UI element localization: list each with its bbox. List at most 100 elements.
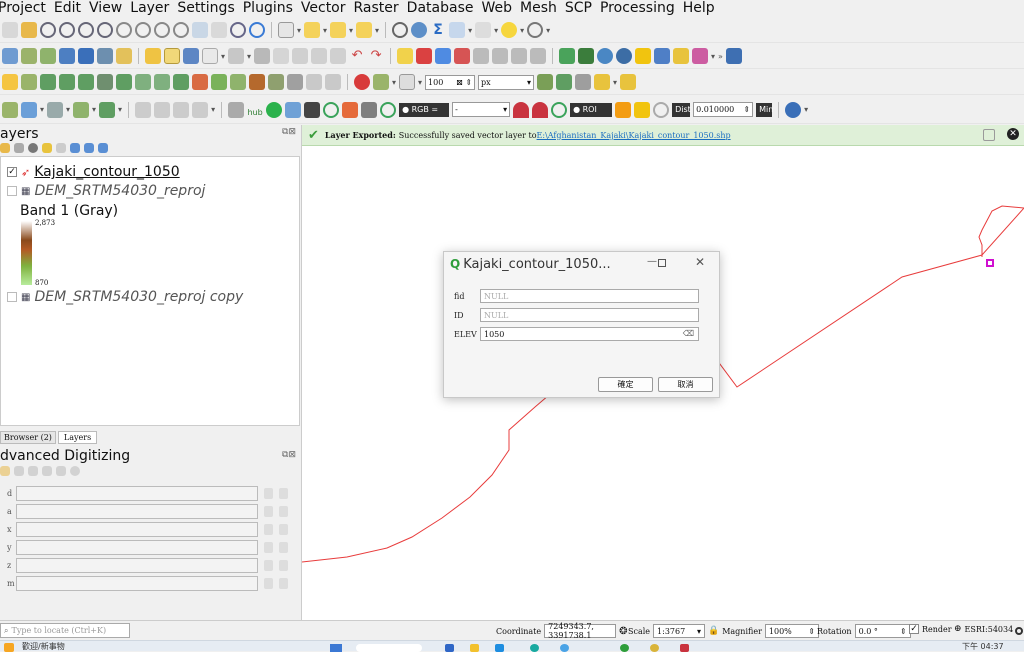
maximize-icon[interactable] <box>658 259 666 267</box>
style-icon[interactable] <box>673 48 690 64</box>
menu-project[interactable]: Project <box>0 0 50 17</box>
menu-scp[interactable]: SCP <box>561 0 596 17</box>
tracing-icon[interactable] <box>620 74 637 90</box>
scp-show-icon[interactable] <box>513 101 530 118</box>
clear-field-icon[interactable]: ⌫ <box>683 329 694 338</box>
snap-magnet-icon[interactable] <box>354 74 370 90</box>
layer-checkbox[interactable] <box>7 292 17 302</box>
topology-icon[interactable] <box>537 74 554 90</box>
menu-vector[interactable]: Vector <box>297 0 350 17</box>
minimize-icon[interactable]: — <box>647 256 657 267</box>
annotation-icon[interactable] <box>501 22 518 38</box>
menu-mesh[interactable]: Mesh <box>516 0 561 17</box>
panel-close-icon[interactable]: ⧉⊠ <box>282 450 296 460</box>
messages-icon[interactable] <box>1015 627 1023 635</box>
perpendicular-icon[interactable] <box>42 466 52 476</box>
scp-settings-icon[interactable] <box>785 101 802 118</box>
redo-icon[interactable]: ↷ <box>368 48 384 64</box>
zoom-layer-icon[interactable] <box>116 22 132 38</box>
render-checkbox[interactable]: ✓ <box>909 624 919 634</box>
chart-icon[interactable] <box>692 48 709 64</box>
repeat-icon[interactable] <box>279 487 288 499</box>
cross-snap-icon[interactable] <box>575 74 592 90</box>
add-spatialite-icon[interactable] <box>78 48 94 64</box>
attribute-form-icon[interactable] <box>154 101 171 118</box>
triangle-icon[interactable] <box>2 74 18 90</box>
menu-web[interactable]: Web <box>477 0 516 17</box>
paste-icon[interactable] <box>330 48 347 64</box>
vector-v-icon[interactable] <box>21 74 37 90</box>
scp-add-icon[interactable] <box>634 101 651 118</box>
scp-band-set-icon[interactable] <box>304 101 321 118</box>
copy-icon[interactable] <box>311 48 328 64</box>
identify-icon[interactable] <box>278 22 294 38</box>
digitizing-settings-icon[interactable] <box>56 466 66 476</box>
scale-combo[interactable]: 1:3767 ▾ <box>653 624 706 638</box>
pan-to-selection-icon[interactable] <box>21 22 37 38</box>
snap-type-icon[interactable] <box>399 74 416 90</box>
layer-item-dem-reproj[interactable]: ▦ DEM_SRTM54030_reproj <box>7 183 205 199</box>
zoom-selection-icon[interactable] <box>97 22 113 38</box>
scp-zoom-icon[interactable] <box>323 101 340 118</box>
scp-hide-icon[interactable] <box>532 101 549 118</box>
repeat-icon[interactable] <box>279 505 288 517</box>
pan-icon[interactable] <box>2 22 18 38</box>
table-icon[interactable] <box>449 22 466 38</box>
dialog-close-icon[interactable]: ✕ <box>695 255 705 269</box>
m-field[interactable] <box>16 575 258 591</box>
change-label-icon[interactable] <box>511 48 528 64</box>
select-value-icon[interactable] <box>330 22 347 38</box>
menu-layer[interactable]: Layer <box>126 0 173 17</box>
menu-database[interactable]: Database <box>403 0 478 17</box>
scp-circle-icon[interactable] <box>653 101 670 118</box>
processing-toolbox-icon[interactable] <box>228 101 245 118</box>
distance-field[interactable] <box>16 485 258 501</box>
modify-attributes-icon[interactable] <box>254 48 271 64</box>
rotate-icon[interactable] <box>268 74 284 90</box>
repeat-icon[interactable] <box>279 559 288 571</box>
add-feature-icon[interactable] <box>202 48 218 64</box>
statistics-sigma-icon[interactable]: Σ <box>430 22 446 38</box>
menu-edit[interactable]: Edit <box>50 0 85 17</box>
vertex-marker[interactable] <box>986 259 994 267</box>
label-props-icon[interactable] <box>530 48 547 64</box>
snap-mode-icon[interactable] <box>373 74 389 90</box>
z-field[interactable] <box>16 557 258 573</box>
scp-icon[interactable] <box>559 48 576 64</box>
digitize-icon[interactable] <box>99 101 116 118</box>
georef-icon[interactable] <box>578 48 595 64</box>
add-layer-icon[interactable] <box>2 48 18 64</box>
panel-close-icon[interactable]: ⧉⊠ <box>282 127 296 137</box>
analysis-icon[interactable] <box>2 101 18 118</box>
layer-item-kajaki-contour[interactable]: ✓ ➶ Kajaki_contour_1050 <box>7 164 180 180</box>
add-group-icon[interactable] <box>14 143 24 153</box>
globe-icon[interactable] <box>616 48 633 64</box>
spatial-bookmark-icon[interactable] <box>527 22 544 38</box>
construction-icon[interactable] <box>14 466 24 476</box>
simplify-icon[interactable] <box>287 74 303 90</box>
fill-ring-icon[interactable] <box>306 74 322 90</box>
save-edits-icon[interactable] <box>183 48 199 64</box>
layer-item-dem-copy[interactable]: ▦ DEM_SRTM54030_reproj copy <box>7 289 243 305</box>
parallel-icon[interactable] <box>28 466 38 476</box>
raster-calc-icon[interactable] <box>73 101 90 118</box>
add-vector-icon[interactable] <box>21 48 37 64</box>
undo-icon[interactable]: ↶ <box>349 48 365 64</box>
green-circle-icon[interactable] <box>266 101 283 118</box>
shape-tool-1-icon[interactable] <box>40 74 56 90</box>
extents-toggle-icon[interactable]: ❂ <box>619 626 627 637</box>
help-icon[interactable] <box>725 48 742 64</box>
x-field[interactable] <box>16 521 258 537</box>
rgb-combo[interactable]: - ▾ <box>452 102 511 117</box>
enable-digitizing-icon[interactable] <box>0 466 10 476</box>
menu-processing[interactable]: Processing <box>596 0 679 17</box>
split-icon[interactable] <box>230 74 246 90</box>
dist-value-spinner[interactable]: 0.010000 ⇕ <box>693 102 754 117</box>
scp-palette-icon[interactable] <box>342 101 359 118</box>
lock-icon[interactable] <box>264 559 273 571</box>
show-labels-icon[interactable] <box>454 48 471 64</box>
copy-layers-icon[interactable] <box>285 101 302 118</box>
edit-form-icon[interactable] <box>135 101 152 118</box>
zoom-out-icon[interactable] <box>59 22 75 38</box>
filter-legend-icon[interactable] <box>42 143 52 153</box>
